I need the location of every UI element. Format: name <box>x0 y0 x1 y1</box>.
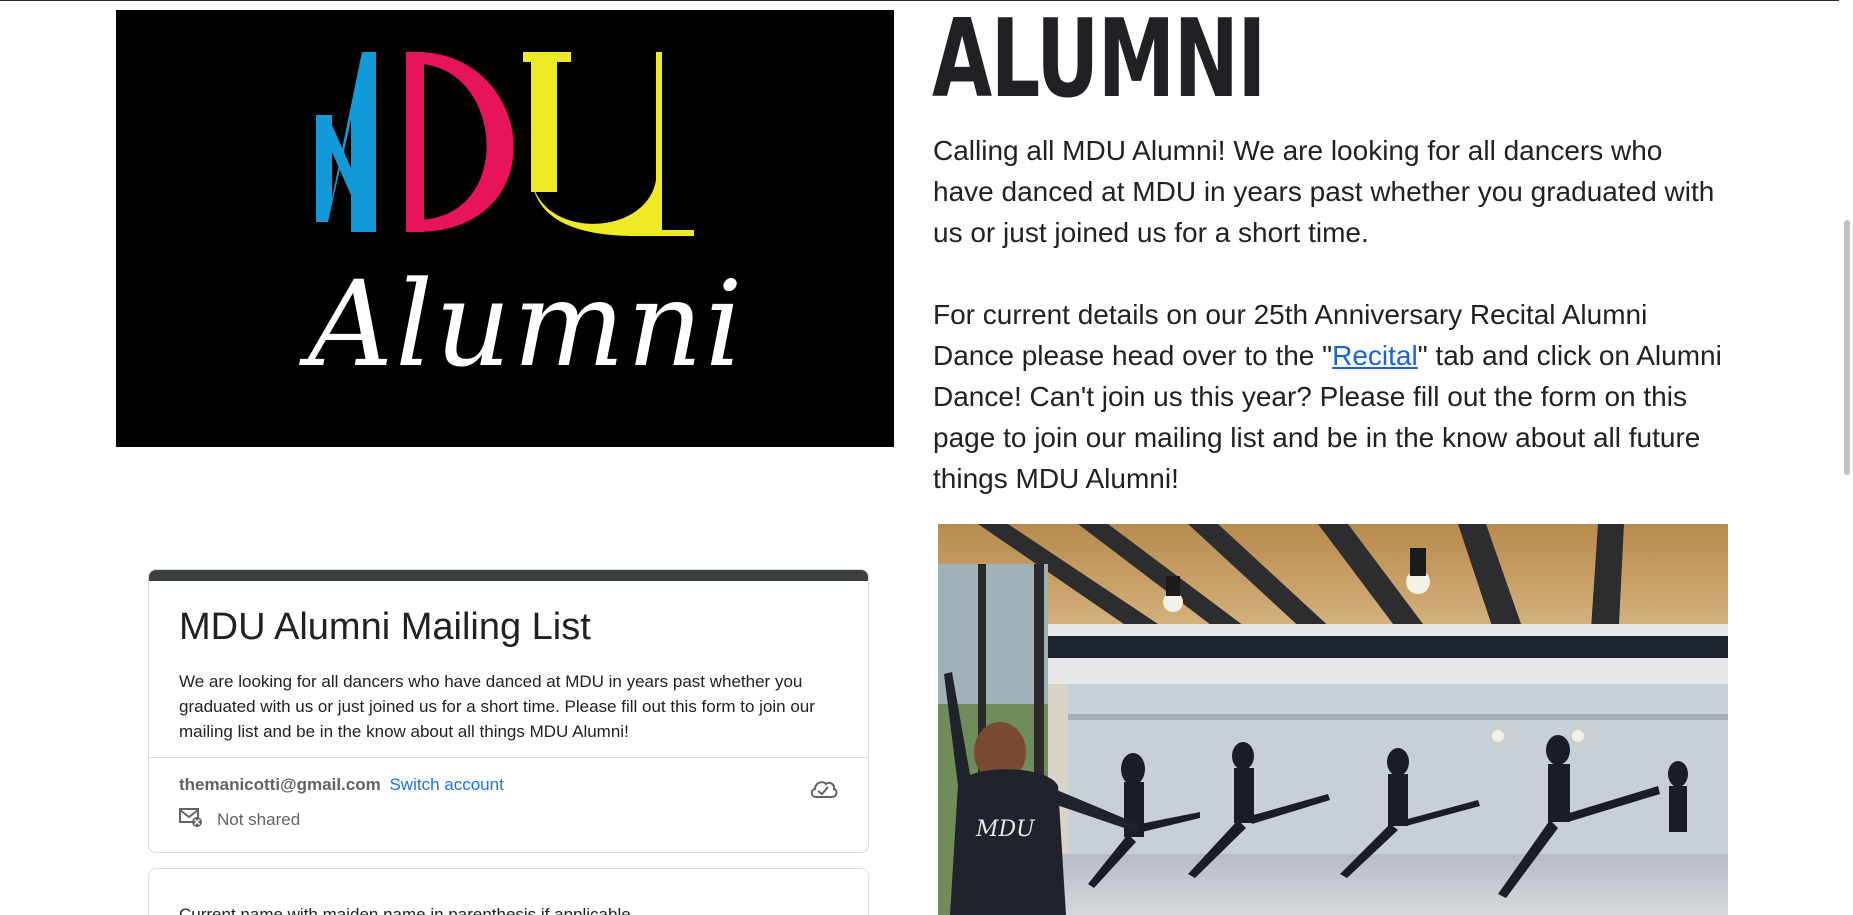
recital-link[interactable]: Recital <box>1332 340 1418 371</box>
page-scrollbar-track[interactable] <box>1839 0 1853 915</box>
not-shared-row: Not shared <box>179 807 301 834</box>
google-form-header-card: MDU Alumni Mailing List We are looking f… <box>148 569 869 853</box>
mail-not-shared-icon <box>179 807 203 834</box>
cloud-saved-icon[interactable] <box>808 777 838 805</box>
not-shared-text: Not shared <box>217 810 301 829</box>
form-header-bar <box>149 570 868 581</box>
account-email: themanicotti@gmail.com <box>179 775 381 794</box>
form-title: MDU Alumni Mailing List <box>179 606 591 648</box>
account-row: themanicotti@gmail.com Switch account <box>179 773 504 797</box>
logo-letter-m <box>316 52 376 232</box>
intro-paragraph-2: For current details on our 25th Annivers… <box>933 294 1723 499</box>
intro-paragraph-1: Calling all MDU Alumni! We are looking f… <box>933 135 1715 248</box>
form-description: We are looking for all dancers who have … <box>179 672 815 741</box>
hoodie-text: MDU <box>975 817 1036 842</box>
page-title: ALUMNI <box>932 0 1266 122</box>
cloud-saved-icon-graphic <box>810 781 838 798</box>
logo-letter-d <box>406 52 514 232</box>
mdu-alumni-logo: Alumni <box>116 10 894 447</box>
dance-studio-photo: MDU <box>938 524 1728 915</box>
top-rule <box>0 0 1853 1</box>
dance-studio-image: MDU <box>938 524 1728 915</box>
switch-account-link[interactable]: Switch account <box>389 775 503 794</box>
form-divider <box>149 757 868 758</box>
question-label: Current name with maiden name in parenth… <box>179 905 631 915</box>
page: Alumni ALUMNI Calling all MDU Alumni! We… <box>0 0 1853 915</box>
form-question-card[interactable]: Current name with maiden name in parenth… <box>148 868 869 915</box>
logo-graphic: Alumni <box>299 52 745 393</box>
logo-script-text: Alumni <box>299 255 745 393</box>
page-scrollbar-thumb[interactable] <box>1844 220 1850 475</box>
mail-not-shared-icon-graphic <box>179 807 202 827</box>
logo-letter-u <box>523 52 694 236</box>
intro-text: Calling all MDU Alumni! We are looking f… <box>933 130 1723 499</box>
